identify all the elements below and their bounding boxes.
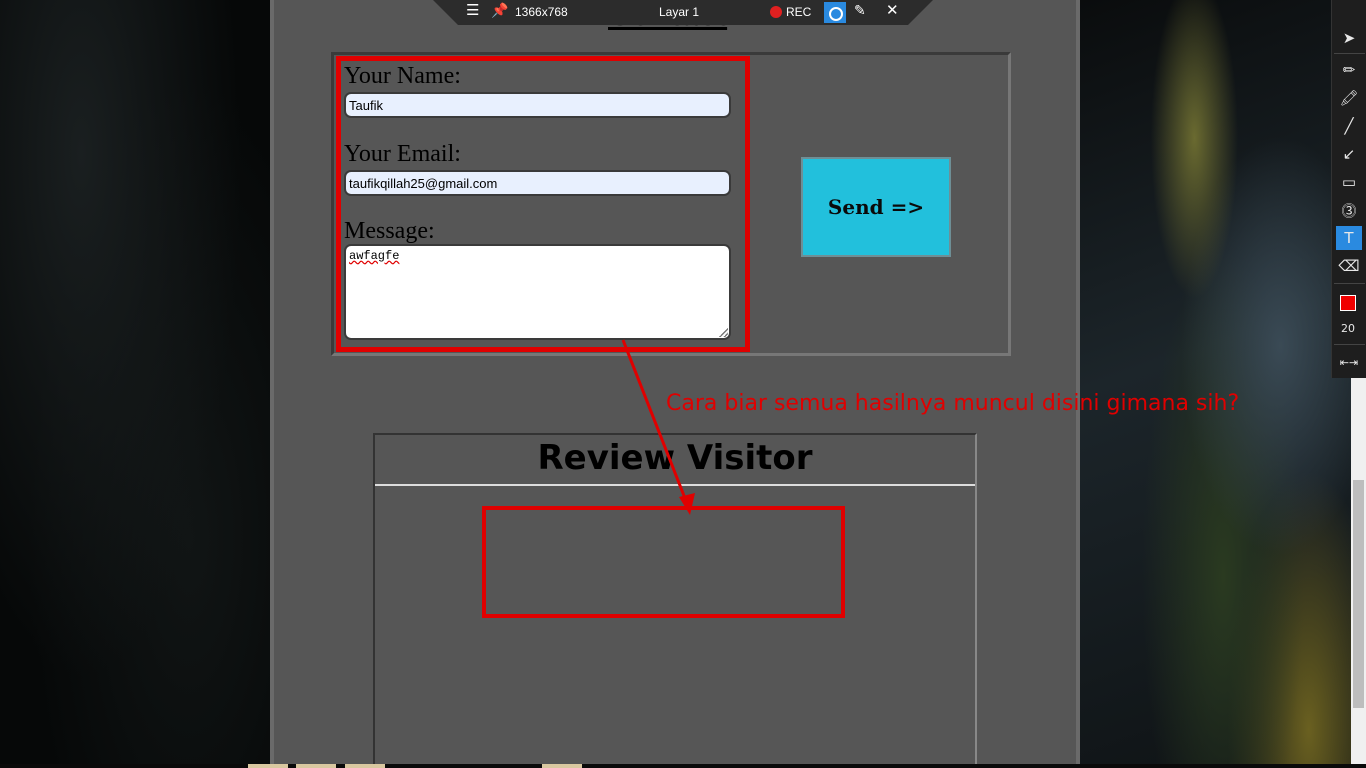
message-textarea[interactable]: awfagfe: [344, 244, 731, 340]
pen-icon[interactable]: ✎: [854, 3, 866, 18]
brush-size[interactable]: 20: [1335, 322, 1361, 335]
resize-grip-icon[interactable]: [719, 328, 728, 337]
pencil-icon[interactable]: ✏: [1336, 58, 1362, 82]
message-text: awfagfe: [349, 249, 400, 263]
camera-icon[interactable]: [824, 2, 846, 23]
name-label: Your Name:: [344, 63, 461, 89]
rec-button[interactable]: REC: [770, 5, 811, 20]
taskbar-edge: [0, 764, 1366, 768]
pin-icon[interactable]: 📌: [491, 3, 508, 18]
close-icon[interactable]: ✕: [886, 3, 899, 18]
scrollbar-thumb[interactable]: [1353, 480, 1364, 708]
review-title: Review Visitor: [375, 436, 975, 486]
toolbar-divider: [1334, 283, 1365, 284]
numbering-icon[interactable]: ⓷: [1336, 198, 1362, 222]
record-icon: [770, 6, 782, 18]
message-label: Message:: [344, 218, 435, 244]
expand-arrows-icon[interactable]: ⇤⇥: [1336, 350, 1362, 374]
taskbar-item[interactable]: [542, 764, 582, 768]
rec-label: REC: [786, 5, 812, 19]
desktop-background-right: [1080, 0, 1366, 768]
result-highlight-box: [482, 506, 845, 618]
taskbar-item[interactable]: [296, 764, 336, 768]
line-icon[interactable]: ╱: [1336, 114, 1362, 138]
layer-label[interactable]: Layar 1: [659, 5, 699, 20]
toolbar-divider: [1334, 344, 1365, 345]
email-label: Your Email:: [344, 141, 461, 167]
color-picker[interactable]: [1340, 295, 1356, 311]
arrow-icon[interactable]: ↙: [1336, 142, 1362, 166]
annotation-text: Cara biar semua hasilnya muncul disini g…: [666, 391, 1240, 416]
resolution-label: 1366x768: [515, 5, 568, 19]
send-button[interactable]: Send =>: [801, 157, 951, 257]
menu-icon[interactable]: ☰: [466, 3, 479, 18]
name-input[interactable]: Taufik: [344, 92, 731, 118]
email-input[interactable]: taufikqillah25@gmail.com: [344, 170, 731, 196]
toolbar-divider: [1334, 53, 1365, 54]
text-icon[interactable]: T: [1336, 226, 1362, 250]
taskbar-item[interactable]: [345, 764, 385, 768]
recorder-bar: ☰ 📌 1366x768 Layar 1 REC ✎ ✕: [433, 0, 933, 25]
cursor-icon[interactable]: ➤: [1336, 26, 1362, 50]
eraser-icon[interactable]: ⌫: [1336, 254, 1362, 278]
send-button-label: Send =>: [827, 195, 925, 219]
taskbar-item[interactable]: [248, 764, 288, 768]
desktop-background-left: [0, 0, 270, 768]
rectangle-icon[interactable]: ▭: [1336, 170, 1362, 194]
highlighter-icon[interactable]: 🖍: [1336, 86, 1362, 110]
